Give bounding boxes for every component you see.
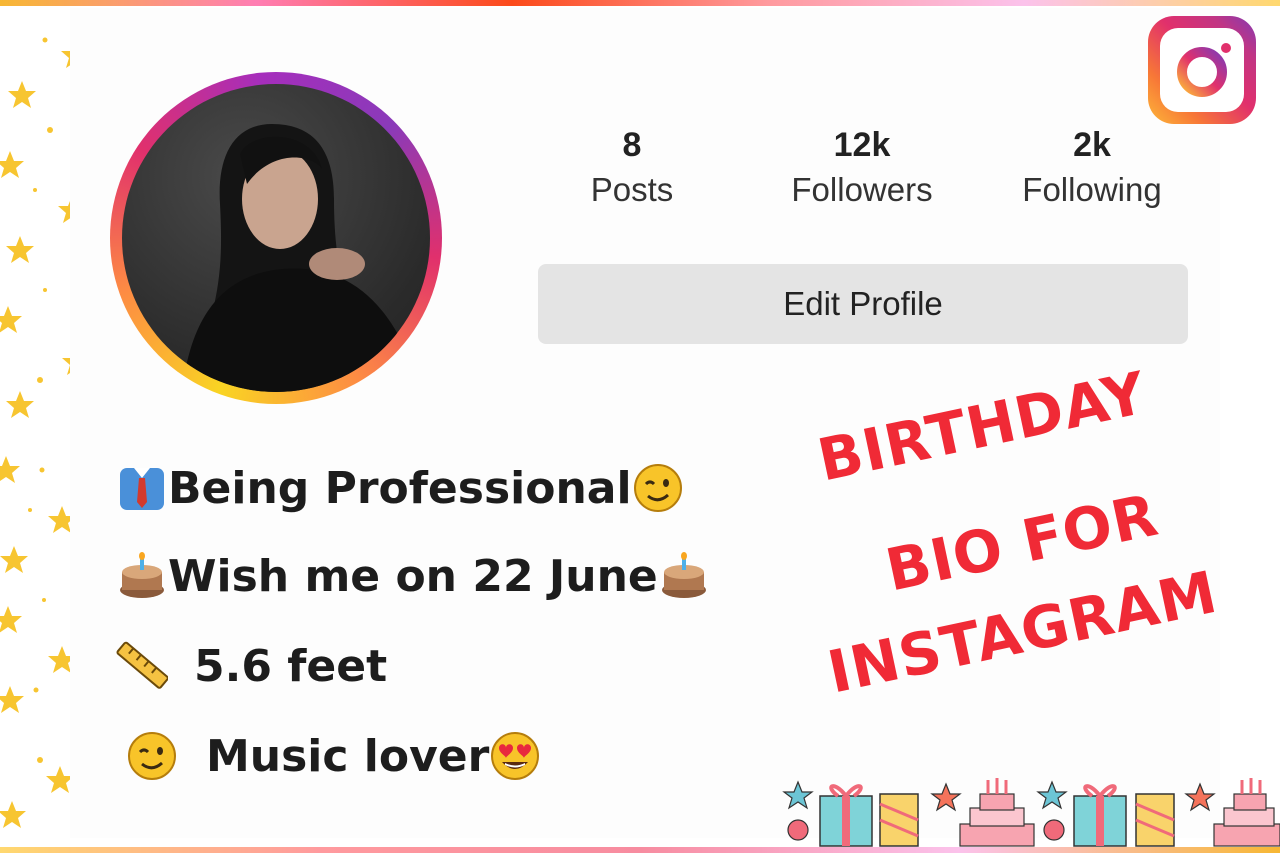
instagram-logo-icon[interactable] bbox=[1148, 16, 1256, 124]
necktie-shirt-icon bbox=[120, 468, 164, 510]
posts-stat[interactable]: 8 Posts bbox=[532, 126, 732, 209]
edit-profile-button[interactable]: Edit Profile bbox=[538, 264, 1188, 344]
following-label: Following bbox=[1022, 171, 1162, 208]
bio-line-birthday: Wish me on 22 June bbox=[116, 550, 710, 602]
birthday-cake-icon bbox=[1213, 778, 1280, 847]
gift-box-icon bbox=[819, 784, 873, 847]
followers-count: 12k bbox=[833, 126, 891, 164]
bio-line2-text: Wish me on 22 June bbox=[168, 550, 658, 602]
posts-label: Posts bbox=[590, 171, 674, 208]
wink-face-icon bbox=[128, 732, 176, 780]
bio-line-height: 5.6 feet bbox=[116, 640, 387, 692]
bio-line1-text: Being Professional bbox=[168, 462, 632, 514]
followers-stat[interactable]: 12k Followers bbox=[762, 126, 962, 209]
followers-label: Followers bbox=[791, 171, 933, 208]
gift-box-icon bbox=[879, 793, 919, 847]
gift-box-icon bbox=[1073, 784, 1127, 847]
avatar[interactable] bbox=[122, 84, 430, 392]
profile-photo-person bbox=[182, 124, 422, 392]
top-border bbox=[0, 0, 1280, 6]
wink-face-icon bbox=[633, 464, 682, 512]
birthday-cake-icon bbox=[661, 552, 706, 598]
ruler-icon bbox=[116, 641, 168, 689]
bio-line3-text: 5.6 feet bbox=[194, 640, 388, 692]
following-stat[interactable]: 2k Following bbox=[992, 126, 1192, 209]
bio-line-music: Music lover bbox=[126, 730, 541, 782]
birthday-cake-icon bbox=[959, 778, 1035, 847]
following-count: 2k bbox=[1073, 126, 1111, 164]
bio-line-professional: Being Professional bbox=[116, 462, 684, 514]
bottom-border bbox=[0, 847, 1280, 853]
bio-line4-text: Music lover bbox=[206, 730, 490, 782]
gift-box-icon bbox=[1135, 793, 1175, 847]
heart-eyes-face-icon bbox=[491, 732, 540, 780]
posts-count: 8 bbox=[622, 126, 642, 164]
party-decor-border bbox=[782, 778, 1280, 847]
birthday-cake-icon bbox=[120, 552, 164, 598]
